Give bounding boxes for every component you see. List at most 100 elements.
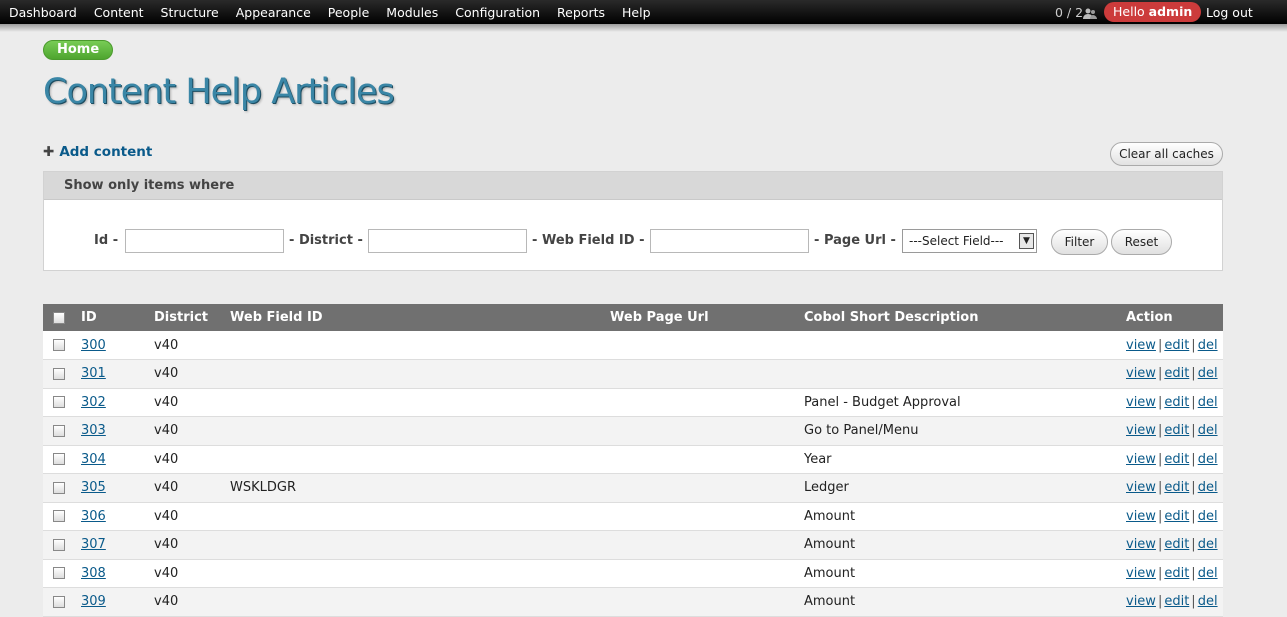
delete-link[interactable]: del <box>1198 395 1218 410</box>
row-id-link[interactable]: 301 <box>81 366 106 381</box>
row-web-page-url <box>610 388 804 417</box>
row-id-link[interactable]: 307 <box>81 537 106 552</box>
view-link[interactable]: view <box>1126 480 1156 495</box>
edit-link[interactable]: edit <box>1164 566 1189 581</box>
delete-link[interactable]: del <box>1198 366 1218 381</box>
delete-link[interactable]: del <box>1198 566 1218 581</box>
delete-link[interactable]: del <box>1198 423 1218 438</box>
district-input[interactable] <box>368 229 527 253</box>
view-link[interactable]: view <box>1126 423 1156 438</box>
row-cobol-description: Amount <box>804 508 856 524</box>
view-link[interactable]: view <box>1126 452 1156 467</box>
row-actions: view | edit | del <box>1126 445 1223 474</box>
menu-item-reports[interactable]: Reports <box>557 5 605 20</box>
clear-caches-button[interactable]: Clear all caches <box>1110 142 1223 166</box>
row-web-field-id <box>230 531 610 560</box>
row-checkbox[interactable] <box>53 538 65 551</box>
action-separator: | <box>1191 480 1196 496</box>
delete-link[interactable]: del <box>1198 452 1218 467</box>
row-select-cell <box>43 360 81 389</box>
view-link[interactable]: view <box>1126 566 1156 581</box>
filter-button[interactable]: Filter <box>1051 229 1108 255</box>
row-select-cell <box>43 588 81 617</box>
row-cobol-description: Ledger <box>804 480 849 496</box>
pageurl-select[interactable]: ---Select Field--- ▼ <box>902 229 1037 253</box>
row-id-link[interactable]: 302 <box>81 395 106 410</box>
row-cobol-description: Amount <box>804 537 856 553</box>
select-all-checkbox[interactable] <box>53 311 65 324</box>
row-id-link[interactable]: 308 <box>81 566 106 581</box>
row-checkbox[interactable] <box>53 567 65 580</box>
view-link[interactable]: view <box>1126 395 1156 410</box>
row-id-link[interactable]: 304 <box>81 452 106 467</box>
view-link[interactable]: view <box>1126 509 1156 524</box>
delete-link[interactable]: del <box>1198 537 1218 552</box>
row-id-link[interactable]: 309 <box>81 594 106 609</box>
edit-link[interactable]: edit <box>1164 509 1189 524</box>
delete-link[interactable]: del <box>1198 480 1218 495</box>
add-content-link[interactable]: ✚ Add content <box>43 144 152 160</box>
row-checkbox[interactable] <box>53 481 65 494</box>
menu-item-structure[interactable]: Structure <box>161 5 219 20</box>
menu-item-people[interactable]: People <box>328 5 370 20</box>
edit-link[interactable]: edit <box>1164 366 1189 381</box>
header-web-field-id[interactable]: Web Field ID <box>230 304 610 331</box>
row-checkbox[interactable] <box>53 453 65 466</box>
row-actions: view | edit | del <box>1126 531 1223 560</box>
edit-link[interactable]: edit <box>1164 480 1189 495</box>
logout-link[interactable]: Log out <box>1206 5 1253 20</box>
header-web-page-url[interactable]: Web Page Url <box>610 304 804 331</box>
row-checkbox[interactable] <box>53 510 65 523</box>
breadcrumb-home[interactable]: Home <box>43 40 114 60</box>
webfield-input[interactable] <box>650 229 809 253</box>
row-id-link[interactable]: 305 <box>81 480 106 495</box>
delete-link[interactable]: del <box>1198 338 1218 353</box>
edit-link[interactable]: edit <box>1164 594 1189 609</box>
menu-item-dashboard[interactable]: Dashboard <box>9 5 77 20</box>
id-input[interactable] <box>125 229 284 253</box>
reset-button[interactable]: Reset <box>1111 229 1172 255</box>
view-link[interactable]: view <box>1126 594 1156 609</box>
edit-link[interactable]: edit <box>1164 452 1189 467</box>
row-actions: view | edit | del <box>1126 559 1223 588</box>
edit-link[interactable]: edit <box>1164 537 1189 552</box>
view-link[interactable]: view <box>1126 366 1156 381</box>
row-select-cell <box>43 502 81 531</box>
user-greeting[interactable]: Hello admin <box>1104 2 1202 22</box>
delete-link[interactable]: del <box>1198 509 1218 524</box>
table-header-row: ID District Web Field ID Web Page Url Co… <box>43 304 1223 331</box>
row-id-link[interactable]: 303 <box>81 423 106 438</box>
row-select-cell <box>43 531 81 560</box>
content-table: ID District Web Field ID Web Page Url Co… <box>43 304 1223 617</box>
row-checkbox[interactable] <box>53 339 65 351</box>
row-checkbox[interactable] <box>53 396 65 409</box>
action-separator: | <box>1191 565 1196 581</box>
view-link[interactable]: view <box>1126 338 1156 353</box>
edit-link[interactable]: edit <box>1164 423 1189 438</box>
row-web-page-url <box>610 417 804 446</box>
online-users-counter[interactable]: 0 / 2 <box>1055 5 1098 20</box>
row-web-page-url <box>610 559 804 588</box>
delete-link[interactable]: del <box>1198 594 1218 609</box>
view-link[interactable]: view <box>1126 537 1156 552</box>
row-checkbox[interactable] <box>53 367 65 380</box>
row-checkbox[interactable] <box>53 424 65 437</box>
menu-item-configuration[interactable]: Configuration <box>455 5 540 20</box>
header-id[interactable]: ID <box>81 304 154 331</box>
row-id-link[interactable]: 306 <box>81 509 106 524</box>
row-web-field-id <box>230 502 610 531</box>
header-cobol-description[interactable]: Cobol Short Description <box>804 304 1126 331</box>
row-id-link[interactable]: 300 <box>81 338 106 353</box>
menu-item-help[interactable]: Help <box>622 5 651 20</box>
header-district[interactable]: District <box>154 304 230 331</box>
menu-item-appearance[interactable]: Appearance <box>236 5 311 20</box>
edit-link[interactable]: edit <box>1164 338 1189 353</box>
menu-item-modules[interactable]: Modules <box>386 5 438 20</box>
row-checkbox[interactable] <box>53 595 65 608</box>
edit-link[interactable]: edit <box>1164 395 1189 410</box>
action-separator: | <box>1191 366 1196 382</box>
row-web-page-url <box>610 331 804 360</box>
add-content-label: Add content <box>59 144 153 160</box>
row-actions: view | edit | del <box>1126 588 1223 617</box>
menu-item-content[interactable]: Content <box>94 5 144 20</box>
